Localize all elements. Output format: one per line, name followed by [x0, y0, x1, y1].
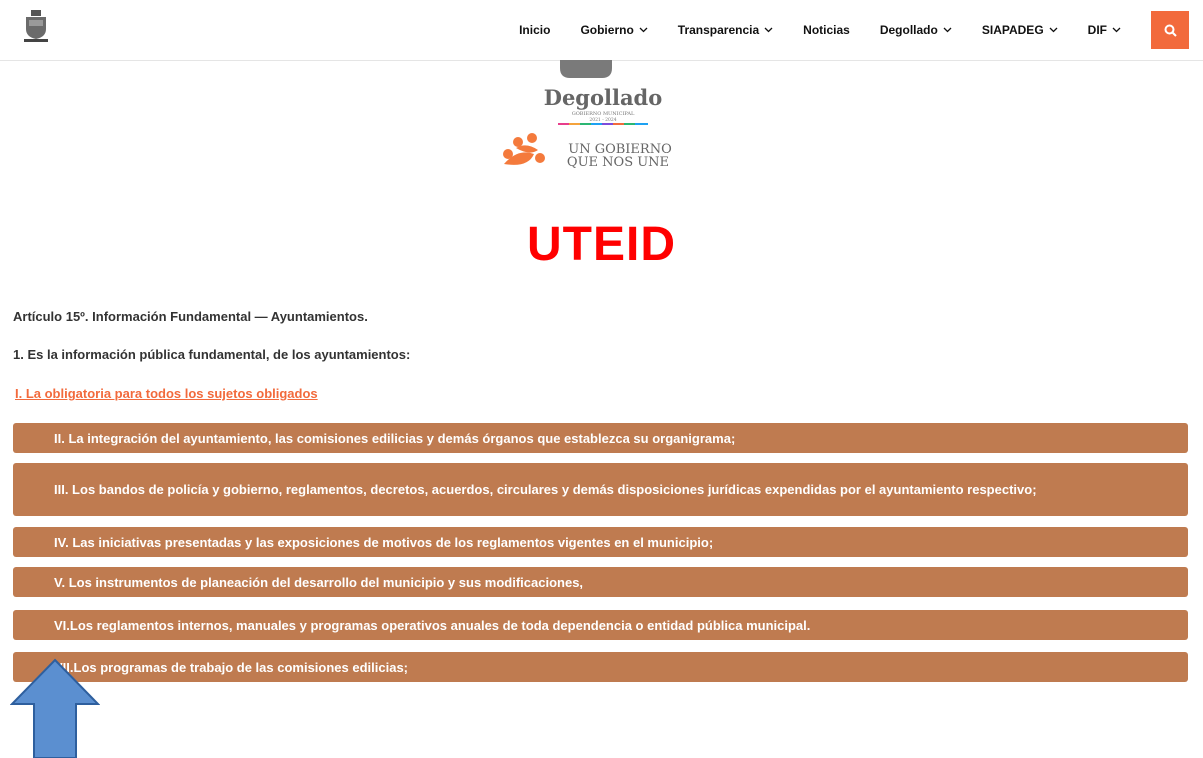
chevron-down-icon [1112, 27, 1121, 33]
accordion-item-vii[interactable]: VII.Los programas de trabajo de las comi… [13, 652, 1188, 682]
nav-degollado[interactable]: Degollado [880, 23, 952, 37]
svg-text:QUE NOS UNE: QUE NOS UNE [567, 155, 669, 170]
svg-text:GOBIERNO MUNICIPAL: GOBIERNO MUNICIPAL [572, 111, 635, 117]
nav-label: DIF [1087, 23, 1107, 37]
accordion-label: V. Los instrumentos de planeación del de… [54, 574, 584, 590]
accordion-item-v[interactable]: V. Los instrumentos de planeación del de… [13, 567, 1188, 597]
accordion-label: IV. Las iniciativas presentadas y las ex… [54, 534, 714, 550]
search-icon [1164, 24, 1177, 37]
accordion-label: II. La integración del ayuntamiento, las… [54, 430, 736, 446]
accordion-item-iii[interactable]: III. Los bandos de policía y gobierno, r… [13, 463, 1188, 516]
nav-label: Transparencia [677, 23, 760, 37]
nav-label: Degollado [879, 23, 938, 37]
up-arrow-icon [10, 658, 100, 758]
nav-siapadeg[interactable]: SIAPADEG [982, 23, 1058, 37]
degollado-municipal-logo: Degollado GOBIERNO MUNICIPAL 2021 - 2024… [503, 60, 672, 170]
nav-dif[interactable]: DIF [1088, 23, 1121, 37]
accordion-label: III. Los bandos de policía y gobierno, r… [54, 482, 1037, 497]
nav-label: Gobierno [580, 23, 634, 37]
search-button[interactable] [1151, 11, 1189, 49]
nav-label: SIAPADEG [981, 23, 1044, 37]
accordion-item-ii[interactable]: II. La integración del ayuntamiento, las… [13, 423, 1188, 453]
coat-of-arms-logo[interactable] [22, 8, 50, 44]
chevron-down-icon [943, 27, 952, 33]
chevron-down-icon [764, 27, 773, 33]
top-navbar: Inicio Gobierno Transparencia Noticias D… [0, 0, 1203, 61]
nav-label: Inicio [519, 23, 551, 37]
obligatoria-link[interactable]: I. La obligatoria para todos los sujetos… [15, 386, 318, 401]
article-heading: Artículo 15º. Información Fundamental — … [13, 309, 368, 324]
nav-noticias[interactable]: Noticias [803, 23, 850, 37]
accordion-label: VII.Los programas de trabajo de las comi… [54, 659, 409, 675]
accordion-item-iv[interactable]: IV. Las iniciativas presentadas y las ex… [13, 527, 1188, 557]
page-title: UTEID [527, 218, 676, 271]
accordion-label: VI.Los reglamentos internos, manuales y … [54, 617, 811, 633]
chevron-down-icon [1049, 27, 1058, 33]
accordion-item-vi[interactable]: VI.Los reglamentos internos, manuales y … [13, 610, 1188, 640]
svg-text:Degollado: Degollado [544, 85, 663, 110]
nav-label: Noticias [803, 23, 850, 37]
article-subheading: 1. Es la información pública fundamental… [13, 347, 411, 362]
nav-inicio[interactable]: Inicio [519, 23, 550, 37]
svg-text:2021 - 2024: 2021 - 2024 [589, 117, 616, 123]
main-menu: Inicio Gobierno Transparencia Noticias D… [519, 0, 1203, 60]
nav-gobierno[interactable]: Gobierno [580, 23, 648, 37]
nav-transparencia[interactable]: Transparencia [678, 23, 773, 37]
chevron-down-icon [639, 27, 648, 33]
